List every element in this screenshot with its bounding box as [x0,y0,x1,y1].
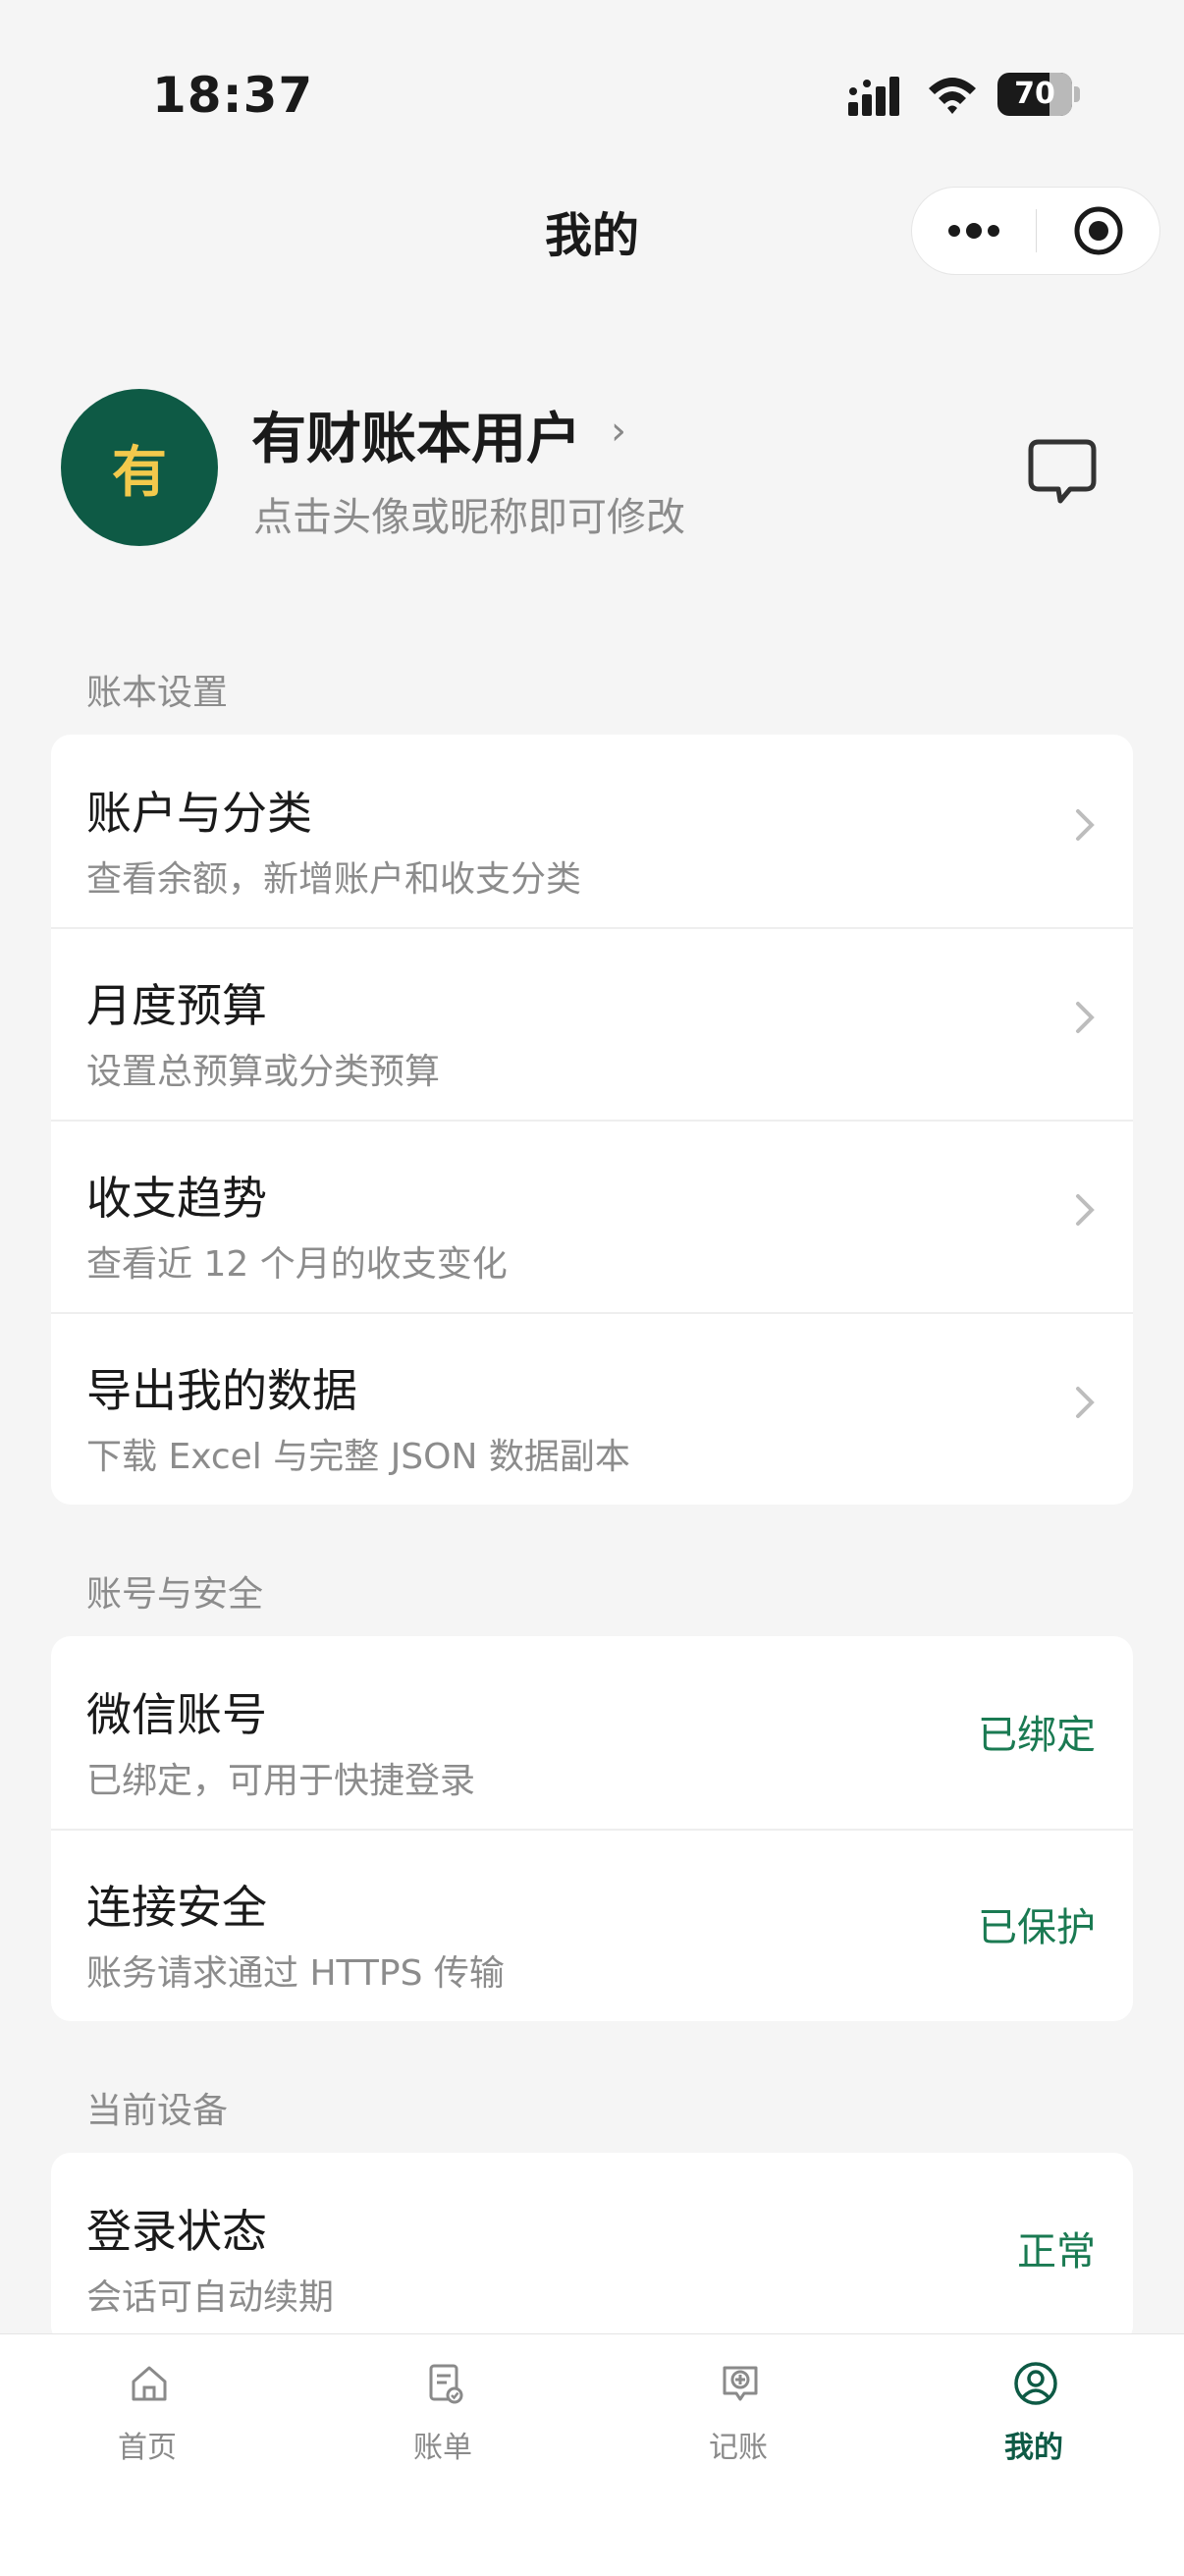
miniprogram-capsule [911,187,1160,275]
account-security-card: 微信账号 已绑定，可用于快捷登录 已绑定 连接安全 账务请求通过 HTTPS 传… [51,1636,1133,2021]
profile-header: 有 有财账本用户 › 点击头像或昵称即可修改 [61,389,1131,548]
tab-home[interactable]: 首页 [0,2334,295,2576]
row-title: 导出我的数据 [86,1364,357,1417]
tab-bar: 首页 账单 记账 我的 [0,2333,1184,2576]
row-title: 收支趋势 [86,1172,267,1225]
row-login-status[interactable]: 登录状态 会话可自动续期 正常 [51,2153,1133,2345]
tab-label: 我的 [1004,2431,1063,2465]
status-time: 18:37 [152,67,314,124]
section-label-current-device: 当前设备 [86,2091,229,2131]
chevron-right-icon [1076,1387,1095,1418]
row-title: 月度预算 [86,979,267,1032]
tab-label: 记账 [709,2431,768,2465]
section-label-ledger: 账本设置 [86,673,229,713]
avatar[interactable]: 有 [61,389,218,546]
ledger-settings-card: 账户与分类 查看余额，新增账户和收支分类 月度预算 设置总预算或分类预算 收支趋… [51,735,1133,1505]
home-icon [132,2366,167,2401]
status-bar: 18:37 70 [0,0,1184,177]
bill-icon [429,2364,463,2404]
row-title: 连接安全 [86,1881,267,1934]
profile-name[interactable]: 有财账本用户 [251,395,581,474]
row-connection-security[interactable]: 连接安全 账务请求通过 HTTPS 传输 已保护 [51,1829,1133,2021]
status-badge: 已绑定 [978,1713,1096,1758]
row-export-data[interactable]: 导出我的数据 下载 Excel 与完整 JSON 数据副本 [51,1312,1133,1505]
tab-label: 账单 [413,2431,472,2465]
row-title: 账户与分类 [86,787,312,840]
row-subtitle: 账务请求通过 HTTPS 传输 [86,1953,505,1994]
feedback-icon[interactable] [1025,434,1100,509]
battery-indicator: 70 [997,73,1080,116]
tab-bills[interactable]: 账单 [296,2334,590,2576]
row-subtitle: 已绑定，可用于快捷登录 [86,1761,476,1801]
row-subtitle: 设置总预算或分类预算 [86,1052,441,1092]
row-subtitle: 查看近 12 个月的收支变化 [86,1244,508,1285]
status-badge: 正常 [1017,2229,1096,2275]
row-accounts-categories[interactable]: 账户与分类 查看余额，新增账户和收支分类 [51,735,1133,927]
more-button[interactable] [912,188,1036,274]
chevron-right-icon: › [611,409,626,454]
chevron-right-icon [1076,1194,1095,1226]
tab-label: 首页 [118,2431,177,2465]
row-monthly-budget[interactable]: 月度预算 设置总预算或分类预算 [51,927,1133,1120]
row-trend[interactable]: 收支趋势 查看近 12 个月的收支变化 [51,1120,1133,1312]
row-subtitle: 查看余额，新增账户和收支分类 [86,859,582,900]
profile-hint: 点击头像或昵称即可修改 [253,495,685,540]
wifi-icon [929,78,976,114]
row-title: 微信账号 [86,1688,267,1741]
section-label-account-security: 账号与安全 [86,1574,264,1615]
more-dots-icon [948,223,999,239]
tab-profile[interactable]: 我的 [887,2334,1181,2576]
row-wechat-account[interactable]: 微信账号 已绑定，可用于快捷登录 已绑定 [51,1636,1133,1829]
close-target-icon [1074,206,1123,255]
tab-add-record[interactable]: 记账 [591,2334,886,2576]
battery-level: 70 [1014,77,1055,111]
cellular-signal-icon [848,77,899,116]
add-record-icon [723,2366,758,2401]
profile-icon [1014,2362,1057,2405]
row-subtitle: 下载 Excel 与完整 JSON 数据副本 [86,1437,630,1477]
current-device-card: 登录状态 会话可自动续期 正常 [51,2153,1133,2345]
chevron-right-icon [1076,809,1095,841]
row-title: 登录状态 [86,2205,267,2258]
chevron-right-icon [1076,1002,1095,1033]
row-subtitle: 会话可自动续期 [86,2277,335,2318]
status-badge: 已保护 [978,1905,1096,1950]
close-miniprogram-button[interactable] [1037,188,1160,274]
